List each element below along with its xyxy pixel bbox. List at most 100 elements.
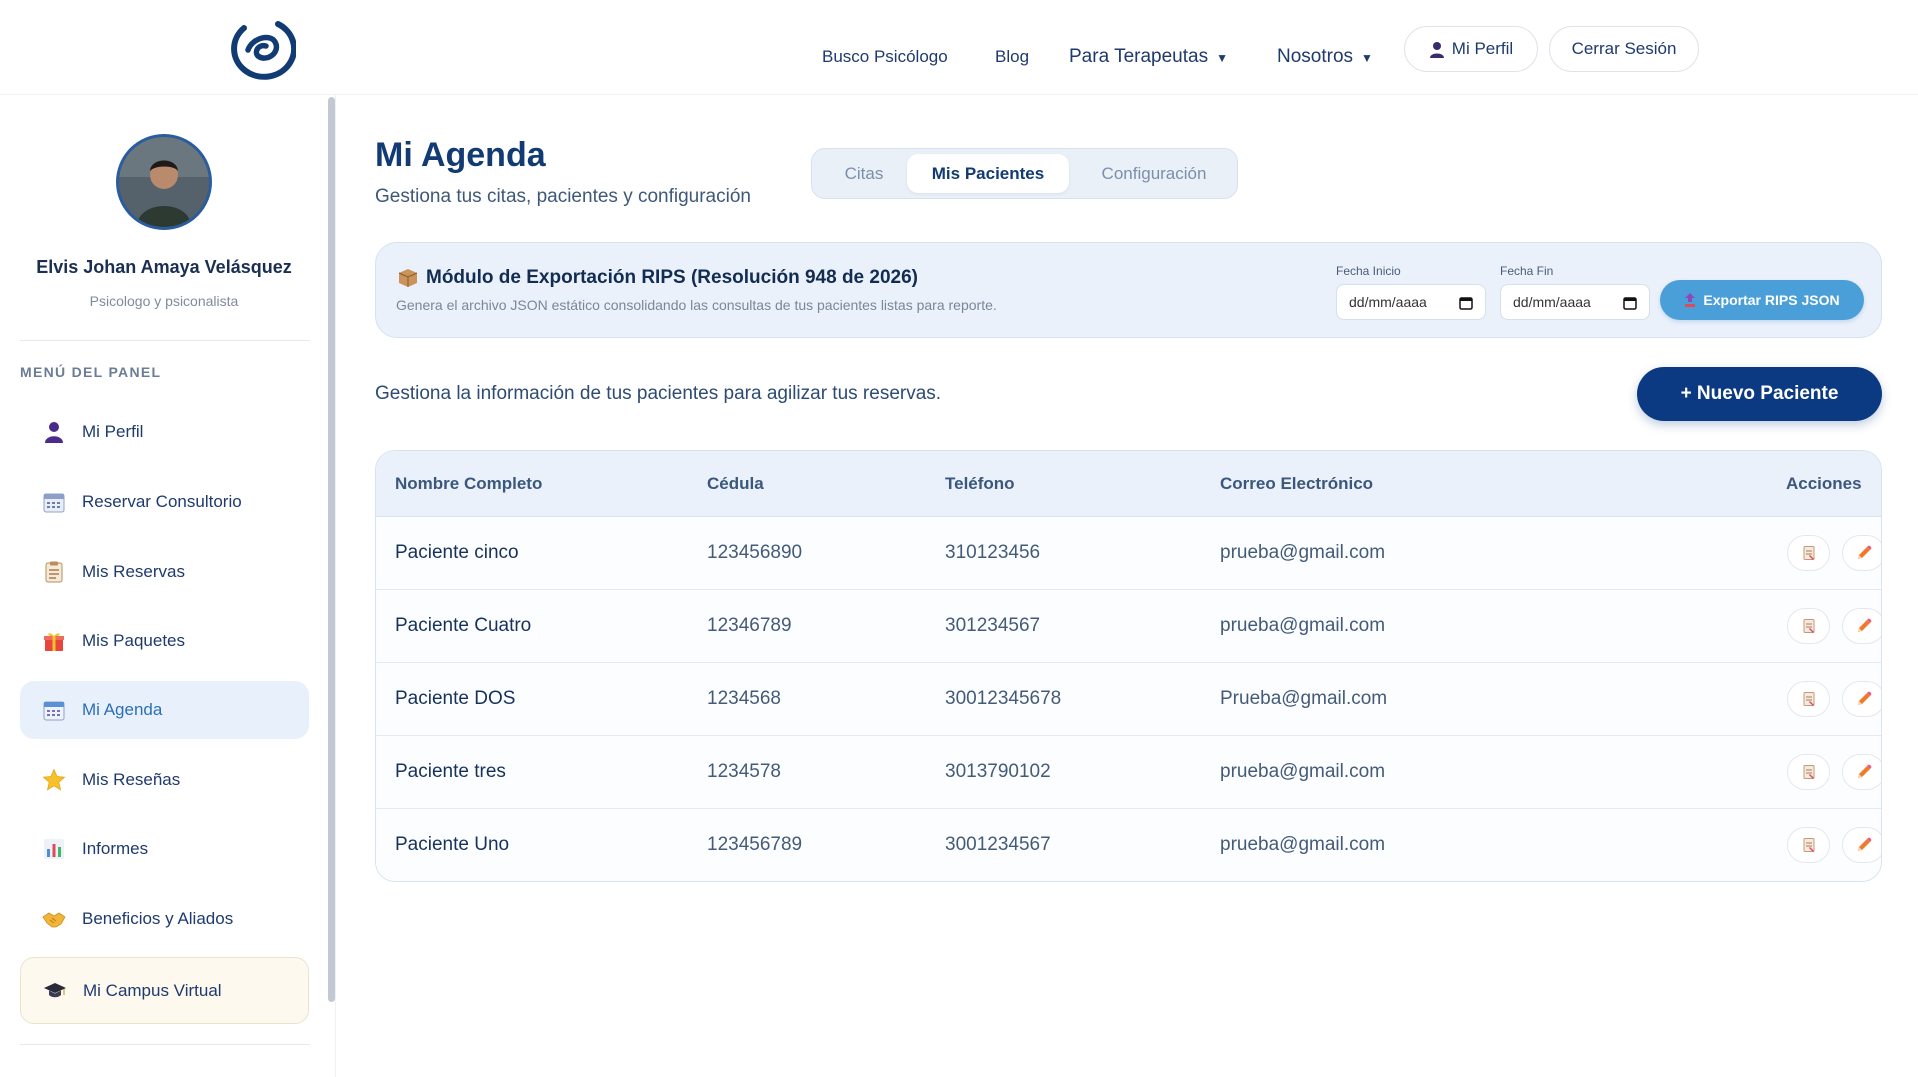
sidebar-item-label: Mi Perfil <box>82 422 144 441</box>
table-row: Paciente Cuatro 12346789 301234567 prueba@g… <box>376 590 1881 663</box>
cell-cedula: 12346789 <box>707 615 792 636</box>
cell-email: Prueba@gmail.com <box>1220 688 1388 709</box>
sidebar-divider <box>335 95 336 1077</box>
column-header-correo: Correo Electrónico <box>1220 474 1374 493</box>
calendar-icon[interactable] <box>1459 296 1473 310</box>
cell-telefono: 310123456 <box>945 542 1041 563</box>
cell-cedula: 123456789 <box>707 834 803 855</box>
caret-down-icon: ▼ <box>1361 51 1373 65</box>
user-icon <box>1429 41 1444 58</box>
clipboard-icon <box>42 560 66 584</box>
gift-icon <box>42 629 66 653</box>
tab-citas[interactable]: Citas <box>817 154 911 193</box>
start-date-label: Fecha Inicio <box>1336 264 1401 278</box>
profile-role: Psicologo y psiconalista <box>89 293 239 309</box>
page-title: Mi Agenda <box>375 136 546 174</box>
sidebar-divider-line <box>20 1044 310 1045</box>
cell-telefono: 3013790102 <box>945 761 1051 782</box>
sidebar-item-label: Mis Paquetes <box>82 631 185 650</box>
profile-name: Elvis Johan Amaya Velásquez <box>36 257 292 277</box>
profile-button[interactable]: Mi Perfil <box>1404 26 1538 72</box>
sidebar-item-mis-resenas[interactable]: Mis Reseñas <box>20 751 309 809</box>
sidebar-divider-line <box>20 340 310 341</box>
start-date-input[interactable]: dd/mm/aaaa <box>1336 284 1486 320</box>
sidebar-item-mis-reservas[interactable]: Mis Reservas <box>20 543 309 601</box>
sidebar-item-mi-perfil[interactable]: Mi Perfil <box>20 403 309 461</box>
sidebar-item-mi-campus-virtual[interactable]: Mi Campus Virtual <box>20 957 309 1024</box>
view-report-button[interactable] <box>1787 608 1830 644</box>
cell-name: Paciente tres <box>395 761 506 782</box>
export-rips-button[interactable]: Exportar RIPS JSON <box>1660 280 1864 320</box>
table-header: Nombre Completo Cédula Teléfono Correo E… <box>376 451 1881 517</box>
date-placeholder: dd/mm/aaaa <box>1349 294 1427 310</box>
sidebar-item-label: Beneficios y Aliados <box>82 909 234 928</box>
cell-telefono: 30012345678 <box>945 688 1062 709</box>
package-icon <box>398 269 418 287</box>
menu-heading: MENÚ DEL PANEL <box>20 364 162 380</box>
table-row: Paciente tres 1234578 3013790102 prueba@gma… <box>376 736 1881 809</box>
view-report-button[interactable] <box>1787 535 1830 571</box>
profile-button-label: Mi Perfil <box>1451 39 1514 58</box>
sidebar-item-mi-agenda[interactable]: Mi Agenda <box>20 681 309 739</box>
cell-telefono: 3001234567 <box>945 834 1051 855</box>
cell-email: prueba@gmail.com <box>1220 615 1386 636</box>
calendar-icon[interactable] <box>1623 296 1637 310</box>
cell-name: Paciente Cuatro <box>395 615 532 636</box>
top-navbar: Busco Psicólogo Blog Para Terapeutas ▼ No… <box>0 0 1918 95</box>
user-icon <box>42 420 66 444</box>
sidebar-item-informes[interactable]: Informes <box>20 820 309 878</box>
cell-email: prueba@gmail.com <box>1220 542 1386 563</box>
pencil-icon <box>1855 544 1873 562</box>
patients-table: Nombre Completo Cédula Teléfono Correo E… <box>375 450 1882 882</box>
nav-dropdown-label: Para Terapeutas <box>1069 46 1209 67</box>
nav-dropdown-nosotros[interactable]: Nosotros ▼ <box>1277 46 1373 68</box>
pencil-icon <box>1855 763 1873 781</box>
column-header-telefono: Teléfono <box>945 474 1015 493</box>
sidebar-item-reservar-consultorio[interactable]: Reservar Consultorio <box>20 473 309 531</box>
sidebar-item-label: Informes <box>82 839 149 858</box>
edit-patient-button[interactable] <box>1842 827 1881 863</box>
column-header-cedula: Cédula <box>707 474 764 493</box>
tab-configuracion[interactable]: Configuración <box>1074 154 1234 193</box>
end-date-input[interactable]: dd/mm/aaaa <box>1500 284 1650 320</box>
document-icon <box>1801 764 1817 780</box>
edit-patient-button[interactable] <box>1842 681 1881 717</box>
pencil-icon <box>1855 836 1873 854</box>
star-icon <box>42 768 66 792</box>
rips-title-label: Módulo de Exportación RIPS (Resolución 9… <box>426 267 918 288</box>
table-row: Paciente cinco 123456890 310123456 prueba@g… <box>376 517 1881 590</box>
edit-patient-button[interactable] <box>1842 754 1881 790</box>
tab-mis-pacientes[interactable]: Mis Pacientes <box>907 154 1069 193</box>
rips-export-panel: Módulo de Exportación RIPS (Resolución 9… <box>375 242 1882 338</box>
sidebar-item-beneficios-aliados[interactable]: Beneficios y Aliados <box>20 890 309 948</box>
nav-link-blog[interactable]: Blog <box>995 47 1029 67</box>
sidebar-scrollbar[interactable] <box>328 97 335 1002</box>
cell-cedula: 1234578 <box>707 761 781 782</box>
page-subtitle: Gestiona tus citas, pacientes y configur… <box>375 186 751 207</box>
column-header-acciones: Acciones <box>1786 474 1862 493</box>
view-report-button[interactable] <box>1787 827 1830 863</box>
avatar[interactable] <box>116 134 212 230</box>
nav-link-busco-psicologo[interactable]: Busco Psicólogo <box>822 47 948 67</box>
logout-button[interactable]: Cerrar Sesión <box>1549 26 1699 72</box>
cell-cedula: 1234568 <box>707 688 781 709</box>
new-patient-button[interactable]: + Nuevo Paciente <box>1637 367 1882 421</box>
rips-description: Genera el archivo JSON estático consolid… <box>396 297 997 313</box>
rips-title: Módulo de Exportación RIPS (Resolución 9… <box>398 267 918 289</box>
view-report-button[interactable] <box>1787 754 1830 790</box>
view-report-button[interactable] <box>1787 681 1830 717</box>
edit-patient-button[interactable] <box>1842 535 1881 571</box>
handshake-icon <box>42 907 66 931</box>
calendar-icon <box>42 490 66 514</box>
calendar-icon <box>42 698 66 722</box>
nav-dropdown-label: Nosotros <box>1277 46 1354 67</box>
nav-dropdown-para-terapeutas[interactable]: Para Terapeutas ▼ <box>1069 46 1228 68</box>
edit-patient-button[interactable] <box>1842 608 1881 644</box>
cell-cedula: 123456890 <box>707 542 803 563</box>
brand-logo-icon[interactable] <box>222 14 296 80</box>
sidebar-item-mis-paquetes[interactable]: Mis Paquetes <box>20 612 309 670</box>
cell-name: Paciente cinco <box>395 542 519 563</box>
sidebar-item-label: Mi Campus Virtual <box>83 980 222 1000</box>
cell-email: prueba@gmail.com <box>1220 834 1386 855</box>
sidebar-item-label: Reservar Consultorio <box>82 492 242 511</box>
